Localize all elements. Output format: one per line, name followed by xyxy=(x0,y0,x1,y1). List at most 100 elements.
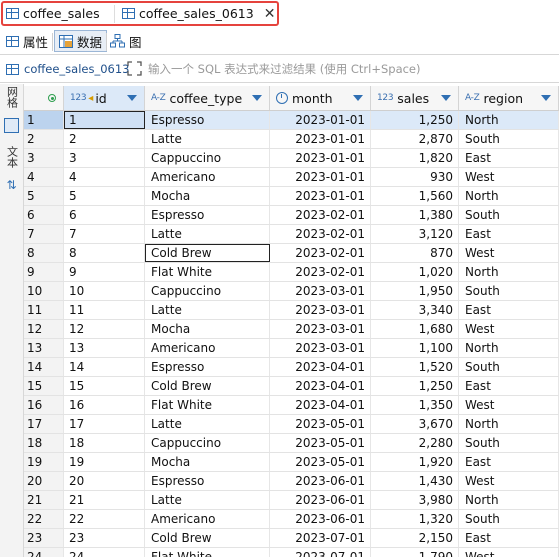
cell-month[interactable]: 2023-06-01 xyxy=(270,510,371,528)
table-row[interactable]: 21 21 Latte 2023-06-01 3,980 North xyxy=(24,491,559,510)
column-header-coffee-type[interactable]: A-Z coffee_type xyxy=(145,86,270,110)
cell-sales[interactable]: 1,560 xyxy=(371,187,459,205)
cell-month[interactable]: 2023-02-01 xyxy=(270,225,371,243)
row-number[interactable]: 16 xyxy=(24,396,64,414)
row-number[interactable]: 21 xyxy=(24,491,64,509)
cell-month[interactable]: 2023-04-01 xyxy=(270,358,371,376)
row-number[interactable]: 20 xyxy=(24,472,64,490)
cell-month[interactable]: 2023-02-01 xyxy=(270,206,371,224)
expand-icon[interactable] xyxy=(127,61,142,76)
cell-month[interactable]: 2023-03-01 xyxy=(270,320,371,338)
cell-id[interactable]: 16 xyxy=(64,396,145,414)
cell-region[interactable]: South xyxy=(459,510,559,528)
cell-coffee-type[interactable]: Flat White xyxy=(145,548,270,557)
row-number[interactable]: 2 xyxy=(24,130,64,148)
cell-coffee-type[interactable]: Americano xyxy=(145,339,270,357)
cell-region[interactable]: North xyxy=(459,339,559,357)
table-row[interactable]: 19 19 Mocha 2023-05-01 1,920 East xyxy=(24,453,559,472)
cell-region[interactable]: South xyxy=(459,130,559,148)
cell-sales[interactable]: 2,280 xyxy=(371,434,459,452)
cell-region[interactable]: West xyxy=(459,244,559,262)
cell-sales[interactable]: 1,320 xyxy=(371,510,459,528)
chevron-down-icon[interactable] xyxy=(353,95,363,101)
cell-coffee-type[interactable]: Flat White xyxy=(145,263,270,281)
cell-sales[interactable]: 1,250 xyxy=(371,377,459,395)
text-view-button[interactable]: 文本 xyxy=(3,146,20,174)
row-number[interactable]: 4 xyxy=(24,168,64,186)
cell-coffee-type[interactable]: Latte xyxy=(145,130,270,148)
cell-region[interactable]: North xyxy=(459,111,559,129)
cell-sales[interactable]: 1,920 xyxy=(371,453,459,471)
cell-id[interactable]: 9 xyxy=(64,263,145,281)
tab-diagram[interactable]: 图 xyxy=(106,30,146,52)
cell-coffee-type[interactable]: Americano xyxy=(145,168,270,186)
cell-region[interactable]: West xyxy=(459,396,559,414)
table-row[interactable]: 3 3 Cappuccino 2023-01-01 1,820 East xyxy=(24,149,559,168)
cell-coffee-type[interactable]: Cold Brew xyxy=(145,244,270,262)
cell-coffee-type[interactable]: Espresso xyxy=(145,358,270,376)
column-header-month[interactable]: month xyxy=(270,86,371,110)
cell-id[interactable]: 19 xyxy=(64,453,145,471)
cell-region[interactable]: West xyxy=(459,320,559,338)
table-row[interactable]: 23 23 Cold Brew 2023-07-01 2,150 East xyxy=(24,529,559,548)
cell-month[interactable]: 2023-03-01 xyxy=(270,301,371,319)
row-number[interactable]: 14 xyxy=(24,358,64,376)
cell-sales[interactable]: 1,520 xyxy=(371,358,459,376)
row-number[interactable]: 12 xyxy=(24,320,64,338)
cell-month[interactable]: 2023-03-01 xyxy=(270,339,371,357)
table-row[interactable]: 4 4 Americano 2023-01-01 930 West xyxy=(24,168,559,187)
cell-coffee-type[interactable]: Cappuccino xyxy=(145,149,270,167)
cell-month[interactable]: 2023-01-01 xyxy=(270,149,371,167)
row-number[interactable]: 22 xyxy=(24,510,64,528)
table-row[interactable]: 17 17 Latte 2023-05-01 3,670 North xyxy=(24,415,559,434)
cell-coffee-type[interactable]: Espresso xyxy=(145,111,270,129)
cell-sales[interactable]: 930 xyxy=(371,168,459,186)
cell-region[interactable]: West xyxy=(459,548,559,557)
row-number[interactable]: 23 xyxy=(24,529,64,547)
cell-month[interactable]: 2023-01-01 xyxy=(270,187,371,205)
cell-region[interactable]: West xyxy=(459,168,559,186)
cell-coffee-type[interactable]: Mocha xyxy=(145,187,270,205)
cell-coffee-type[interactable]: Latte xyxy=(145,491,270,509)
cell-month[interactable]: 2023-05-01 xyxy=(270,415,371,433)
row-number-header[interactable] xyxy=(24,86,64,110)
cell-id[interactable]: 5 xyxy=(64,187,145,205)
row-number[interactable]: 10 xyxy=(24,282,64,300)
cell-sales[interactable]: 1,790 xyxy=(371,548,459,557)
cell-id[interactable]: 22 xyxy=(64,510,145,528)
chevron-down-icon[interactable] xyxy=(252,95,262,101)
table-row[interactable]: 12 12 Mocha 2023-03-01 1,680 West xyxy=(24,320,559,339)
cell-month[interactable]: 2023-01-01 xyxy=(270,168,371,186)
chevron-down-icon[interactable] xyxy=(441,95,451,101)
cell-sales[interactable]: 3,120 xyxy=(371,225,459,243)
cell-month[interactable]: 2023-03-01 xyxy=(270,282,371,300)
cell-sales[interactable]: 1,350 xyxy=(371,396,459,414)
cell-coffee-type[interactable]: Latte xyxy=(145,415,270,433)
cell-region[interactable]: South xyxy=(459,358,559,376)
column-header-region[interactable]: A-Z region xyxy=(459,86,559,110)
cell-coffee-type[interactable]: Cappuccino xyxy=(145,282,270,300)
tab-data[interactable]: 数据 xyxy=(54,30,108,52)
cell-id[interactable]: 3 xyxy=(64,149,145,167)
cell-sales[interactable]: 1,950 xyxy=(371,282,459,300)
cell-month[interactable]: 2023-05-01 xyxy=(270,453,371,471)
cell-month[interactable]: 2023-01-01 xyxy=(270,111,371,129)
table-row[interactable]: 24 24 Flat White 2023-07-01 1,790 West xyxy=(24,548,559,557)
cell-month[interactable]: 2023-04-01 xyxy=(270,377,371,395)
cell-id[interactable]: 7 xyxy=(64,225,145,243)
table-row[interactable]: 18 18 Cappuccino 2023-05-01 2,280 South xyxy=(24,434,559,453)
cell-sales[interactable]: 870 xyxy=(371,244,459,262)
cell-coffee-type[interactable]: Cappuccino xyxy=(145,434,270,452)
cell-month[interactable]: 2023-02-01 xyxy=(270,263,371,281)
cell-id[interactable]: 21 xyxy=(64,491,145,509)
cell-id[interactable]: 10 xyxy=(64,282,145,300)
row-number[interactable]: 5 xyxy=(24,187,64,205)
cell-id[interactable]: 1 xyxy=(64,111,145,129)
row-number[interactable]: 8 xyxy=(24,244,64,262)
cell-region[interactable]: North xyxy=(459,415,559,433)
cell-coffee-type[interactable]: Espresso xyxy=(145,472,270,490)
table-row[interactable]: 6 6 Espresso 2023-02-01 1,380 South xyxy=(24,206,559,225)
table-row[interactable]: 22 22 Americano 2023-06-01 1,320 South xyxy=(24,510,559,529)
cell-region[interactable]: East xyxy=(459,453,559,471)
cell-coffee-type[interactable]: Mocha xyxy=(145,453,270,471)
